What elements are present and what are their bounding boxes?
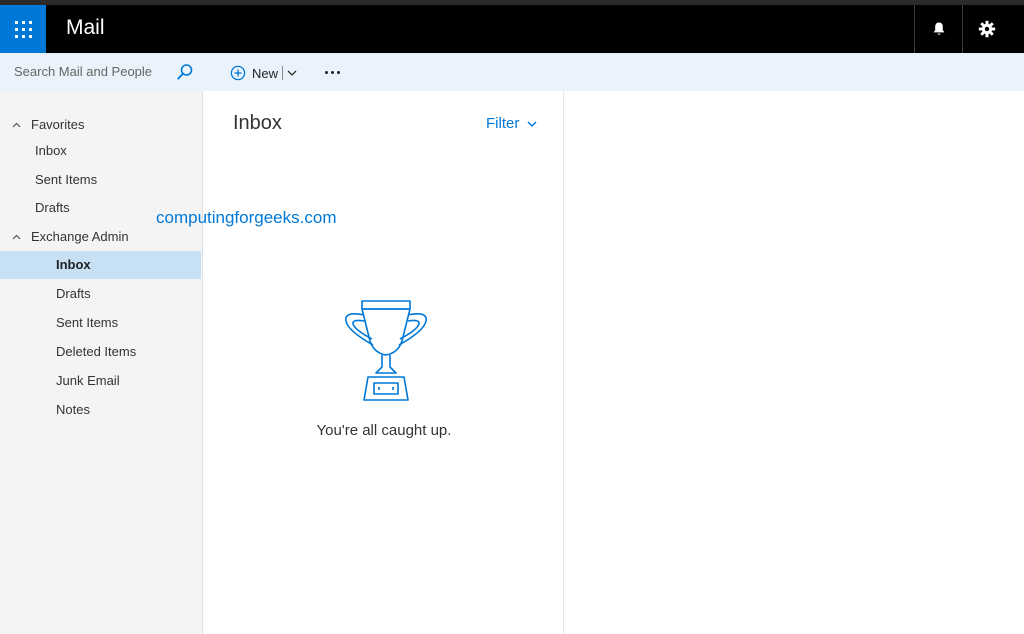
sidebar-item-notes[interactable]: Notes <box>0 396 201 424</box>
chevron-down-icon[interactable] <box>287 69 297 77</box>
new-message-button[interactable]: New <box>230 62 297 84</box>
app-title: Mail <box>66 16 105 39</box>
reading-pane <box>565 91 1024 634</box>
search-icon[interactable] <box>176 63 194 81</box>
chevron-down-icon <box>527 120 537 127</box>
sidebar-item-junk-email[interactable]: Junk Email <box>0 367 201 395</box>
caret-up-icon <box>12 122 21 128</box>
app-header: Mail <box>0 5 1024 53</box>
sidebar-item-inbox[interactable]: Inbox <box>0 251 201 279</box>
search-input[interactable]: Search Mail and People <box>14 64 152 79</box>
trophy-icon <box>345 300 427 401</box>
favorites-group-header[interactable]: Favorites <box>0 112 201 138</box>
page-title: Inbox <box>233 112 282 134</box>
sidebar-item-drafts[interactable]: Drafts <box>0 280 201 308</box>
sidebar-item-favorites-inbox[interactable]: Inbox <box>0 137 201 165</box>
sidebar-item-favorites-sent-items[interactable]: Sent Items <box>0 166 201 194</box>
more-actions-button[interactable] <box>322 65 342 79</box>
app-launcher-button[interactable] <box>0 5 46 53</box>
app-launcher-icon <box>14 20 32 38</box>
sidebar-item-deleted-items[interactable]: Deleted Items <box>0 338 201 366</box>
filter-label: Filter <box>486 115 520 132</box>
caret-up-icon <box>12 234 21 240</box>
bell-icon <box>933 22 944 35</box>
watermark-text: computingforgeeks.com <box>156 208 337 227</box>
filter-button[interactable]: Filter <box>486 115 537 132</box>
plus-circle-icon <box>230 65 246 81</box>
new-button-label: New <box>252 65 279 81</box>
settings-button[interactable] <box>962 5 1010 53</box>
new-button-divider <box>282 66 284 80</box>
folder-sidebar: Favorites Inbox Sent Items Drafts Exchan… <box>0 91 203 634</box>
sidebar-item-sent-items[interactable]: Sent Items <box>0 309 201 337</box>
favorites-label: Favorites <box>31 117 85 132</box>
command-bar: Search Mail and People New <box>0 53 1024 91</box>
notifications-button[interactable] <box>914 5 962 53</box>
account-label: Exchange Admin <box>31 229 129 244</box>
gear-icon <box>978 20 995 38</box>
empty-state-message: You're all caught up. <box>316 422 452 439</box>
more-icon <box>324 70 328 74</box>
search-box[interactable]: Search Mail and People <box>0 53 203 91</box>
message-list-pane: Inbox Filter You're all caught up. <box>204 91 564 634</box>
